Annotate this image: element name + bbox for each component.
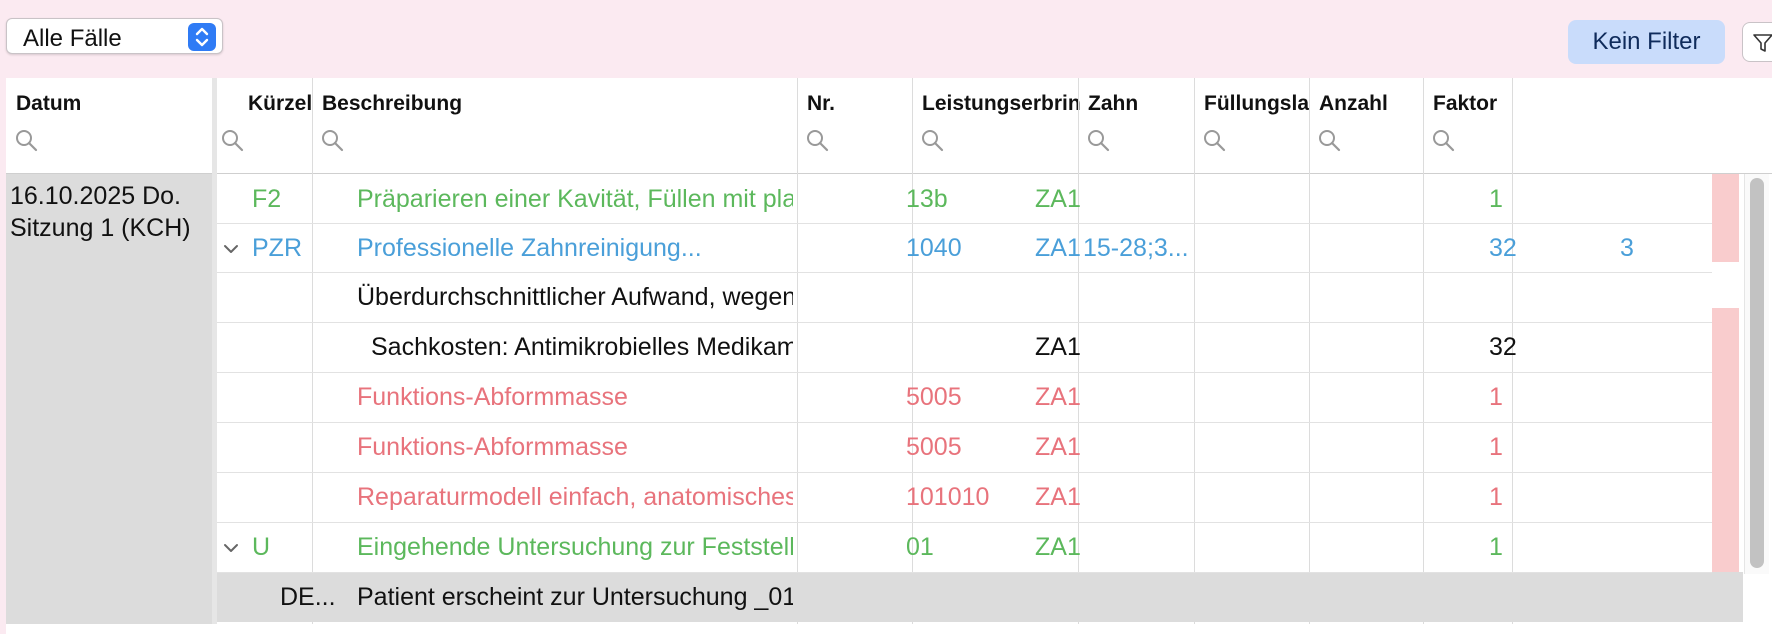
cell-beschreibung: Funktions-Abformmasse (357, 383, 628, 411)
column-title-kuerzel: Kürzel (248, 92, 313, 115)
cell-kuerzel: F2 (252, 185, 282, 213)
search-icon[interactable] (920, 128, 946, 159)
cell-beschreibung: Reparaturmodell einfach, anatomisches Mo… (357, 483, 793, 511)
column-title-faktor: Faktor (1433, 92, 1498, 115)
filter-funnel-button[interactable] (1742, 22, 1772, 62)
search-icon[interactable] (1317, 128, 1343, 159)
cell-faktor: 3 (1620, 234, 1634, 262)
column-title-zahn: Zahn (1088, 92, 1139, 115)
search-icon[interactable] (220, 128, 246, 159)
cell-leistungserbringer: ZA1 (1035, 185, 1081, 213)
vertical-scrollbar-thumb[interactable] (1750, 178, 1764, 568)
status-strip (1712, 308, 1739, 572)
column-divider (1194, 78, 1195, 624)
chevron-down-icon[interactable] (222, 238, 240, 264)
status-strip (1712, 174, 1739, 262)
column-header-datum[interactable]: Datum (6, 78, 212, 173)
cell-anzahl: 1 (1489, 533, 1503, 561)
toolbar: Alle Fälle Kein Filter (0, 0, 1772, 78)
column-header-kuerzel[interactable]: Kürzel (212, 78, 312, 173)
cell-beschreibung: Professionelle Zahnreinigung... (357, 234, 702, 262)
cell-nr: 5005 (906, 433, 962, 461)
cell-anzahl: 1 (1489, 383, 1503, 411)
case-filter-value: Alle Fälle (23, 25, 122, 52)
column-title-datum: Datum (16, 92, 82, 115)
column-header-zahn[interactable]: Zahn (1078, 78, 1194, 173)
column-header-anzahl[interactable]: Anzahl (1309, 78, 1423, 173)
column-title-leistungserbringer: Leistungserbrin (922, 92, 1081, 115)
cell-nr: 1040 (906, 234, 962, 262)
column-divider (797, 78, 798, 624)
session-sitting: Sitzung 1 (KCH) (10, 214, 191, 242)
cell-nr: 5005 (906, 383, 962, 411)
cell-leistungserbringer: ZA1 (1035, 433, 1081, 461)
column-header-nr[interactable]: Nr. (797, 78, 912, 173)
column-divider (1423, 78, 1424, 624)
cell-leistungserbringer: ZA1 (1035, 533, 1081, 561)
cell-leistungserbringer: ZA1 (1035, 483, 1081, 511)
cell-anzahl: 32 (1489, 333, 1517, 361)
cell-kuerzel: DE... (280, 583, 336, 611)
session-date-cell[interactable]: 16.10.2025 Do. Sitzung 1 (KCH) (6, 174, 212, 624)
cell-anzahl: 32 (1489, 234, 1517, 262)
cell-leistungserbringer: ZA1 (1035, 333, 1081, 361)
cell-beschreibung: Überdurchschnittlicher Aufwand, wegen au… (357, 283, 793, 311)
cell-beschreibung: Sachkosten: Antimikrobielles Medikament:… (371, 333, 793, 361)
search-icon[interactable] (320, 128, 346, 159)
column-divider (212, 78, 217, 624)
column-header-beschreibung[interactable]: Beschreibung (312, 78, 797, 173)
cell-nr: 13b (906, 185, 948, 213)
chevron-down-icon[interactable] (222, 537, 240, 563)
search-icon[interactable] (14, 128, 40, 159)
column-divider (1309, 78, 1310, 624)
cell-kuerzel: PZR (252, 234, 302, 262)
cell-beschreibung: Präparieren einer Kavität, Füllen mit pl… (357, 185, 793, 213)
services-table: Datum Kürzel Beschreibung Nr. Leistungse… (6, 78, 1772, 634)
column-header-faktor[interactable]: Faktor (1423, 78, 1512, 173)
updown-chevron-icon[interactable] (188, 23, 216, 51)
search-icon[interactable] (1202, 128, 1228, 159)
cell-anzahl: 1 (1489, 483, 1503, 511)
column-title-anzahl: Anzahl (1319, 92, 1388, 115)
kein-filter-button[interactable]: Kein Filter (1568, 20, 1725, 64)
cell-nr: 101010 (906, 483, 990, 511)
cell-kuerzel: U (252, 533, 271, 561)
column-header-fuellungsla[interactable]: Füllungsla (1194, 78, 1309, 173)
search-icon[interactable] (1431, 128, 1457, 159)
column-divider (312, 78, 313, 624)
cell-nr: 01 (906, 533, 934, 561)
column-header-leistungserbringer[interactable]: Leistungserbrin (912, 78, 1081, 173)
cell-anzahl: 1 (1489, 185, 1503, 213)
column-title-beschreibung: Beschreibung (322, 92, 463, 115)
column-title-fuellungsla: Füllungsla (1204, 92, 1309, 115)
search-icon[interactable] (1086, 128, 1112, 159)
cell-leistungserbringer: ZA1 (1035, 383, 1081, 411)
cell-beschreibung: Funktions-Abformmasse (357, 433, 628, 461)
session-date: 16.10.2025 Do. (10, 182, 181, 210)
cell-beschreibung: Patient erscheint zur Untersuchung _01 (357, 583, 793, 611)
case-filter-select[interactable]: Alle Fälle (6, 18, 223, 54)
search-icon[interactable] (805, 128, 831, 159)
cell-anzahl: 1 (1489, 433, 1503, 461)
cell-beschreibung: Eingehende Untersuchung zur Feststellung… (357, 533, 793, 561)
cell-zahn: 15-28;3... (1083, 234, 1189, 262)
column-title-nr: Nr. (807, 92, 836, 115)
